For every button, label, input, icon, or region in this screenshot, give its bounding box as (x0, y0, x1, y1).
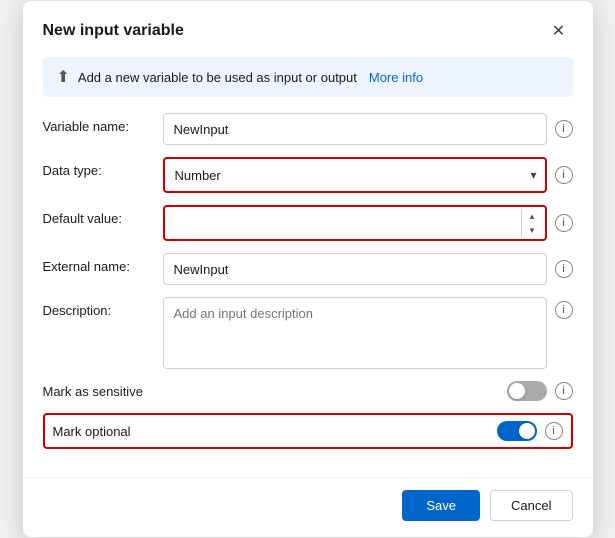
banner-text: Add a new variable to be used as input o… (78, 70, 357, 85)
mark-sensitive-toggle-wrap: i (507, 381, 573, 401)
dialog-footer: Save Cancel (23, 477, 593, 537)
more-info-link[interactable]: More info (369, 70, 423, 85)
description-row: Description: i (43, 297, 573, 369)
dialog-header: New input variable ✕ (23, 1, 593, 57)
external-name-label: External name: (43, 253, 163, 274)
external-name-row: External name: i (43, 253, 573, 285)
mark-optional-label: Mark optional (53, 424, 497, 439)
mark-sensitive-info-icon: i (555, 382, 573, 400)
variable-name-info-icon: i (555, 120, 573, 138)
spinner-down-button[interactable]: ▼ (522, 223, 543, 237)
variable-name-row: Variable name: i (43, 113, 573, 145)
data-type-control: Text Number Boolean Date List ▾ i (163, 157, 573, 193)
external-name-control: i (163, 253, 573, 285)
default-value-row: Default value: ▲ ▼ i (43, 205, 573, 241)
mark-sensitive-label: Mark as sensitive (43, 384, 507, 399)
default-value-control: ▲ ▼ i (163, 205, 573, 241)
mark-optional-toggle[interactable] (497, 421, 537, 441)
spinner-buttons: ▲ ▼ (521, 209, 543, 237)
mark-sensitive-toggle[interactable] (507, 381, 547, 401)
mark-sensitive-slider (507, 381, 547, 401)
dialog-title: New input variable (43, 22, 184, 40)
description-info-icon: i (555, 301, 573, 319)
mark-optional-info-icon: i (545, 422, 563, 440)
data-type-select[interactable]: Text Number Boolean Date List (165, 159, 545, 191)
data-type-label: Data type: (43, 157, 163, 178)
default-value-info-icon: i (555, 214, 573, 232)
mark-optional-toggle-wrap: i (497, 421, 563, 441)
close-button[interactable]: ✕ (545, 17, 573, 45)
default-value-input[interactable] (165, 207, 545, 239)
data-type-row: Data type: Text Number Boolean Date List… (43, 157, 573, 193)
info-banner: ⬆ Add a new variable to be used as input… (43, 57, 573, 97)
mark-optional-row: Mark optional i (43, 413, 573, 449)
form-body: Variable name: i Data type: Text Number … (23, 113, 593, 477)
variable-name-control: i (163, 113, 573, 145)
external-name-info-icon: i (555, 260, 573, 278)
save-button[interactable]: Save (402, 490, 480, 521)
description-textarea[interactable] (163, 297, 547, 369)
external-name-input[interactable] (163, 253, 547, 285)
mark-sensitive-row: Mark as sensitive i (43, 381, 573, 401)
default-value-input-wrap: ▲ ▼ (163, 205, 547, 241)
variable-name-input[interactable] (163, 113, 547, 145)
description-label: Description: (43, 297, 163, 318)
data-type-select-wrap: Text Number Boolean Date List ▾ (163, 157, 547, 193)
upload-icon: ⬆ (57, 67, 70, 87)
mark-optional-slider (497, 421, 537, 441)
variable-name-label: Variable name: (43, 113, 163, 134)
spinner-up-button[interactable]: ▲ (522, 209, 543, 223)
description-control: i (163, 297, 573, 369)
cancel-button[interactable]: Cancel (490, 490, 572, 521)
new-input-variable-dialog: New input variable ✕ ⬆ Add a new variabl… (23, 1, 593, 537)
default-value-label: Default value: (43, 205, 163, 226)
data-type-info-icon: i (555, 166, 573, 184)
